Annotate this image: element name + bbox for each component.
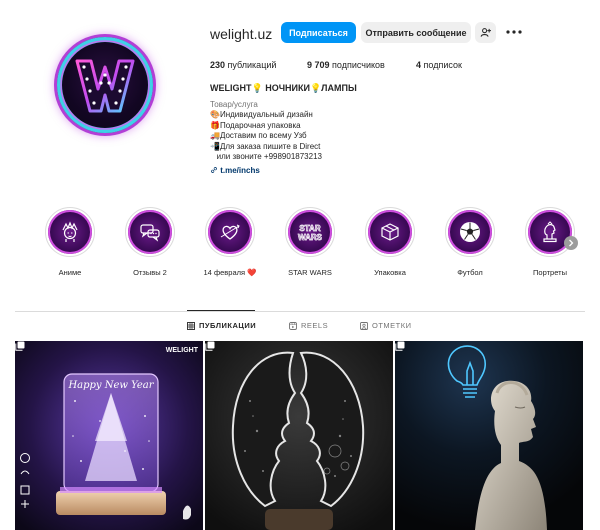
highlight-cover: [205, 207, 255, 257]
highlight-february-14[interactable]: 14 февраля ❤️: [200, 207, 260, 277]
chat-bubbles-icon: [140, 224, 160, 242]
reels-icon: [289, 321, 297, 330]
tagged-icon: [360, 321, 368, 330]
svg-text:STAR: STAR: [299, 224, 320, 233]
following-count: 4: [416, 60, 422, 70]
post-caption-text: Happy New Year: [67, 380, 154, 391]
highlight-cover: [125, 207, 175, 257]
bio-name: WELIGHT💡 НОЧНИКИ💡ЛАМПЫ: [210, 83, 357, 93]
active-tab-indicator: [187, 310, 255, 311]
post-tile-new-year-lamp[interactable]: Happy New Year WELIGHT: [15, 341, 203, 530]
profile-header: welight.uz Подписаться Отправить сообщен…: [0, 0, 600, 200]
bio-line: 📲Для заказа пишите в Direct: [210, 141, 321, 151]
tab-label: ПУБЛИКАЦИИ: [199, 321, 257, 330]
football-icon: [460, 222, 480, 242]
star-wars-logo-icon: STAR WARS: [298, 224, 323, 243]
suggest-accounts-button[interactable]: [475, 22, 496, 43]
bio-text: 🎨Индивидуальный дизайн 🎁Подарочная упако…: [210, 110, 322, 163]
following-label: подписок: [423, 60, 462, 70]
story-highlights: Аниме Отзывы 2 14 февраля ❤️ STAR WARS S…: [40, 207, 580, 282]
following-count-stat[interactable]: 4 подписок: [416, 60, 462, 70]
highlight-cover: [45, 207, 95, 257]
link-icon: [211, 167, 217, 173]
posts-label: публикаций: [227, 60, 277, 70]
neon-w-logo-icon: [60, 40, 150, 130]
package-box-icon: [381, 223, 399, 241]
bio-line: 🚚Доставим по всему Узб: [210, 131, 307, 140]
highlight-cover: STAR WARS: [285, 207, 335, 257]
multi-photo-icon: [395, 341, 405, 351]
post-image: [395, 341, 583, 530]
highlight-label: Футбол: [457, 268, 483, 277]
svg-text:WARS: WARS: [298, 233, 323, 242]
post-brand-text: WELIGHT: [166, 347, 199, 354]
highlight-anime[interactable]: Аниме: [40, 207, 100, 277]
posts-count: 230: [210, 60, 226, 70]
tab-label: REELS: [301, 321, 329, 330]
highlight-football[interactable]: Футбол: [440, 207, 500, 277]
highlight-packaging[interactable]: Упаковка: [360, 207, 420, 277]
highlight-cover: [365, 207, 415, 257]
more-options-button[interactable]: [505, 23, 523, 41]
tab-label: ОТМЕТКИ: [372, 321, 412, 330]
tabs-divider: [15, 311, 585, 312]
post-image: Happy New Year WELIGHT: [15, 341, 203, 530]
highlights-next-button[interactable]: [564, 236, 578, 250]
portrait-bust-icon: [543, 221, 557, 243]
post-tile-bulb-bust[interactable]: [395, 341, 583, 530]
grid-icon: [187, 321, 195, 330]
followers-label: подписчиков: [332, 60, 385, 70]
chevron-right-icon: [569, 239, 574, 247]
highlight-label: Аниме: [58, 268, 82, 277]
add-person-icon: [480, 28, 491, 37]
highlight-label: Портреты: [533, 268, 567, 277]
tab-posts[interactable]: ПУБЛИКАЦИИ: [187, 321, 256, 330]
profile-username: welight.uz: [210, 26, 273, 42]
tab-tagged[interactable]: ОТМЕТКИ: [360, 321, 412, 330]
posts-count-stat[interactable]: 230 публикаций: [210, 60, 276, 70]
bio-line: или звоните +998901873213: [210, 152, 322, 161]
post-tile-faces-lamp[interactable]: [205, 341, 393, 530]
follow-button[interactable]: Подписаться: [281, 22, 356, 43]
followers-count: 9 709: [307, 60, 330, 70]
bio-category: Товар/услуга: [210, 100, 258, 109]
bio-link[interactable]: t.me/inchs: [210, 166, 260, 175]
followers-count-stat[interactable]: 9 709 подписчиков: [307, 60, 385, 70]
bio-line: 🎁Подарочная упаковка: [210, 120, 301, 130]
multi-photo-icon: [15, 341, 25, 351]
highlight-star-wars[interactable]: STAR WARS STAR WARS: [280, 207, 340, 277]
post-image: [205, 341, 393, 530]
bio-line: 🎨Индивидуальный дизайн: [210, 110, 313, 119]
highlight-label: Отзывы 2: [133, 268, 167, 277]
send-message-button[interactable]: Отправить сообщение: [361, 22, 471, 43]
more-horizontal-icon: [506, 30, 522, 34]
heart-arrow-icon: [220, 224, 240, 240]
anime-face-icon: [62, 221, 78, 242]
tab-reels[interactable]: REELS: [289, 321, 328, 330]
highlight-label: Упаковка: [374, 268, 406, 277]
highlight-label: 14 февраля ❤️: [203, 268, 257, 277]
multi-photo-icon: [205, 341, 215, 351]
profile-avatar[interactable]: [57, 37, 153, 133]
highlight-label: STAR WARS: [288, 268, 332, 277]
highlight-cover: [445, 207, 495, 257]
highlight-reviews[interactable]: Отзывы 2: [120, 207, 180, 277]
bio-link-text: t.me/inchs: [220, 166, 260, 175]
